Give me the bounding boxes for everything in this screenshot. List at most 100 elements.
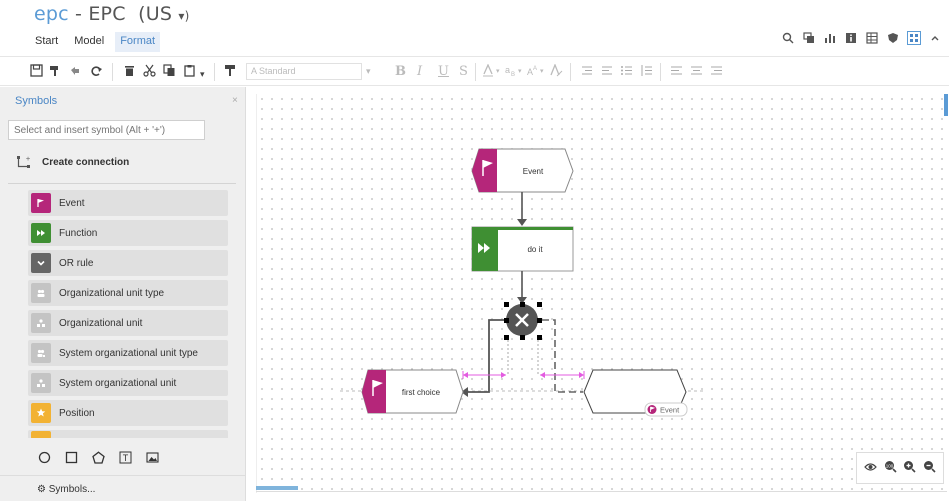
- format-toolbar: ▾ A Standard ▾ B I U S ▾ a B ▾ A A ▾: [0, 56, 949, 86]
- first-choice-event-node[interactable]: first choice: [361, 369, 464, 414]
- font-color-icon[interactable]: ▾: [482, 63, 504, 81]
- selection-handle[interactable]: [537, 335, 542, 340]
- language-caret[interactable]: ▾): [178, 9, 189, 23]
- cut-icon[interactable]: [143, 64, 156, 81]
- selection-handle[interactable]: [504, 318, 509, 323]
- zoom-out-icon[interactable]: [923, 460, 936, 476]
- indent-increase-icon[interactable]: [600, 64, 613, 81]
- partial-item-icon: [31, 431, 51, 438]
- selection-handle[interactable]: [504, 302, 509, 307]
- symbol-item-position[interactable]: Position: [28, 400, 228, 426]
- svg-text:▾: ▾: [496, 68, 500, 75]
- font-size-dropdown-icon[interactable]: ▾: [366, 63, 382, 80]
- symbol-item-partial[interactable]: [28, 430, 228, 438]
- eye-icon[interactable]: [864, 461, 878, 475]
- text-effects-icon[interactable]: [549, 63, 563, 81]
- bar-chart-icon[interactable]: [824, 32, 836, 44]
- text-box-icon[interactable]: T: [119, 451, 132, 467]
- language[interactable]: (US: [138, 3, 172, 25]
- function-node[interactable]: do it: [471, 226, 574, 272]
- symbol-item-event[interactable]: Event: [28, 190, 228, 216]
- superscript-icon[interactable]: A A ▾: [526, 64, 548, 81]
- indent-decrease-icon[interactable]: [580, 64, 593, 81]
- symbols-panel-icon[interactable]: [907, 31, 921, 45]
- paint-roller-icon[interactable]: [224, 64, 237, 81]
- horizontal-scrollbar[interactable]: [256, 486, 298, 490]
- svg-text:B: B: [511, 72, 515, 77]
- symbol-item-or-rule[interactable]: OR rule: [28, 250, 228, 276]
- selection-handle[interactable]: [537, 302, 542, 307]
- svg-text:+: +: [26, 156, 30, 163]
- shield-icon[interactable]: [887, 32, 899, 44]
- app-name: epc: [34, 3, 69, 25]
- numbered-list-icon[interactable]: [640, 64, 653, 81]
- symbol-label: OR rule: [59, 257, 94, 269]
- selection-handle[interactable]: [520, 302, 525, 307]
- search-plus-icon[interactable]: [782, 32, 794, 44]
- align-right-icon[interactable]: [710, 64, 723, 81]
- zoom-controls: 100: [856, 452, 944, 484]
- symbols-more-label: Symbols...: [48, 484, 96, 495]
- copy-windows-icon[interactable]: [803, 32, 815, 44]
- symbol-item-org-unit[interactable]: Organizational unit: [28, 310, 228, 336]
- paste-dropdown-icon[interactable]: ▾: [200, 66, 205, 82]
- pentagon-shape-icon[interactable]: [92, 451, 105, 467]
- document-title: epc - EPC (US ▾): [34, 3, 190, 25]
- symbol-item-org-unit-type[interactable]: Organizational unit type: [28, 280, 228, 306]
- paste-icon[interactable]: [183, 64, 196, 81]
- delete-icon[interactable]: [123, 64, 136, 81]
- text-style-value: Standard: [259, 66, 296, 76]
- save-icon[interactable]: [30, 64, 43, 81]
- align-center-icon[interactable]: [690, 64, 703, 81]
- text-style-select[interactable]: A Standard: [246, 63, 362, 80]
- selection-handle[interactable]: [537, 318, 542, 323]
- svg-text:▾: ▾: [518, 68, 522, 75]
- symbols-more-link[interactable]: ⚙ Symbols...: [37, 484, 95, 495]
- event-tag-label: Event: [660, 406, 680, 415]
- fast-forward-icon: [31, 223, 51, 243]
- image-icon[interactable]: [146, 451, 159, 467]
- align-left-icon[interactable]: [670, 64, 683, 81]
- symbol-list: Event Function OR rule Organizational un…: [28, 190, 228, 438]
- tab-format[interactable]: Format: [115, 32, 161, 52]
- redo-icon[interactable]: [90, 64, 103, 81]
- people-icon: [31, 283, 51, 303]
- selection-handle[interactable]: [520, 335, 525, 340]
- bullet-list-icon[interactable]: [620, 64, 633, 81]
- tab-model[interactable]: Model: [69, 32, 109, 52]
- table-icon[interactable]: [866, 32, 878, 44]
- create-connection-button[interactable]: + Create connection: [16, 151, 129, 173]
- empty-event-node[interactable]: Event: [583, 369, 688, 417]
- symbol-label: System organizational unit: [59, 377, 177, 389]
- info-icon[interactable]: [845, 32, 857, 44]
- strikethrough-button[interactable]: S: [459, 64, 468, 80]
- italic-button[interactable]: I: [417, 64, 422, 80]
- svg-text:T: T: [123, 453, 129, 463]
- circle-shape-icon[interactable]: [38, 451, 51, 467]
- underline-button[interactable]: U: [438, 64, 449, 80]
- symbol-item-function[interactable]: Function: [28, 220, 228, 246]
- bold-button[interactable]: B: [395, 64, 406, 80]
- symbol-search-input[interactable]: [8, 120, 205, 140]
- create-connection-label: Create connection: [42, 156, 130, 168]
- tab-start[interactable]: Start: [30, 32, 63, 52]
- selection-handle[interactable]: [504, 335, 509, 340]
- format-painter-icon[interactable]: [49, 64, 62, 81]
- subscript-icon[interactable]: a B ▾: [504, 64, 526, 81]
- model-canvas[interactable]: [256, 94, 947, 493]
- symbol-item-system-org-unit-type[interactable]: System organizational unit type: [28, 340, 228, 366]
- undo-icon[interactable]: [68, 64, 81, 81]
- copy-icon[interactable]: [163, 64, 176, 81]
- system-org-icon: [31, 373, 51, 393]
- zoom-in-icon[interactable]: [903, 460, 916, 476]
- collapse-ribbon-icon[interactable]: [929, 32, 941, 44]
- event-node[interactable]: Event: [471, 148, 574, 193]
- close-icon[interactable]: ×: [232, 95, 238, 106]
- rectangle-shape-icon[interactable]: [65, 451, 78, 467]
- org-icon: [31, 313, 51, 333]
- function-label: do it: [527, 245, 543, 254]
- zoom-100-icon[interactable]: 100: [884, 460, 897, 476]
- vertical-scrollbar[interactable]: [944, 94, 948, 116]
- symbol-label: Position: [59, 407, 95, 419]
- symbol-item-system-org-unit[interactable]: System organizational unit: [28, 370, 228, 396]
